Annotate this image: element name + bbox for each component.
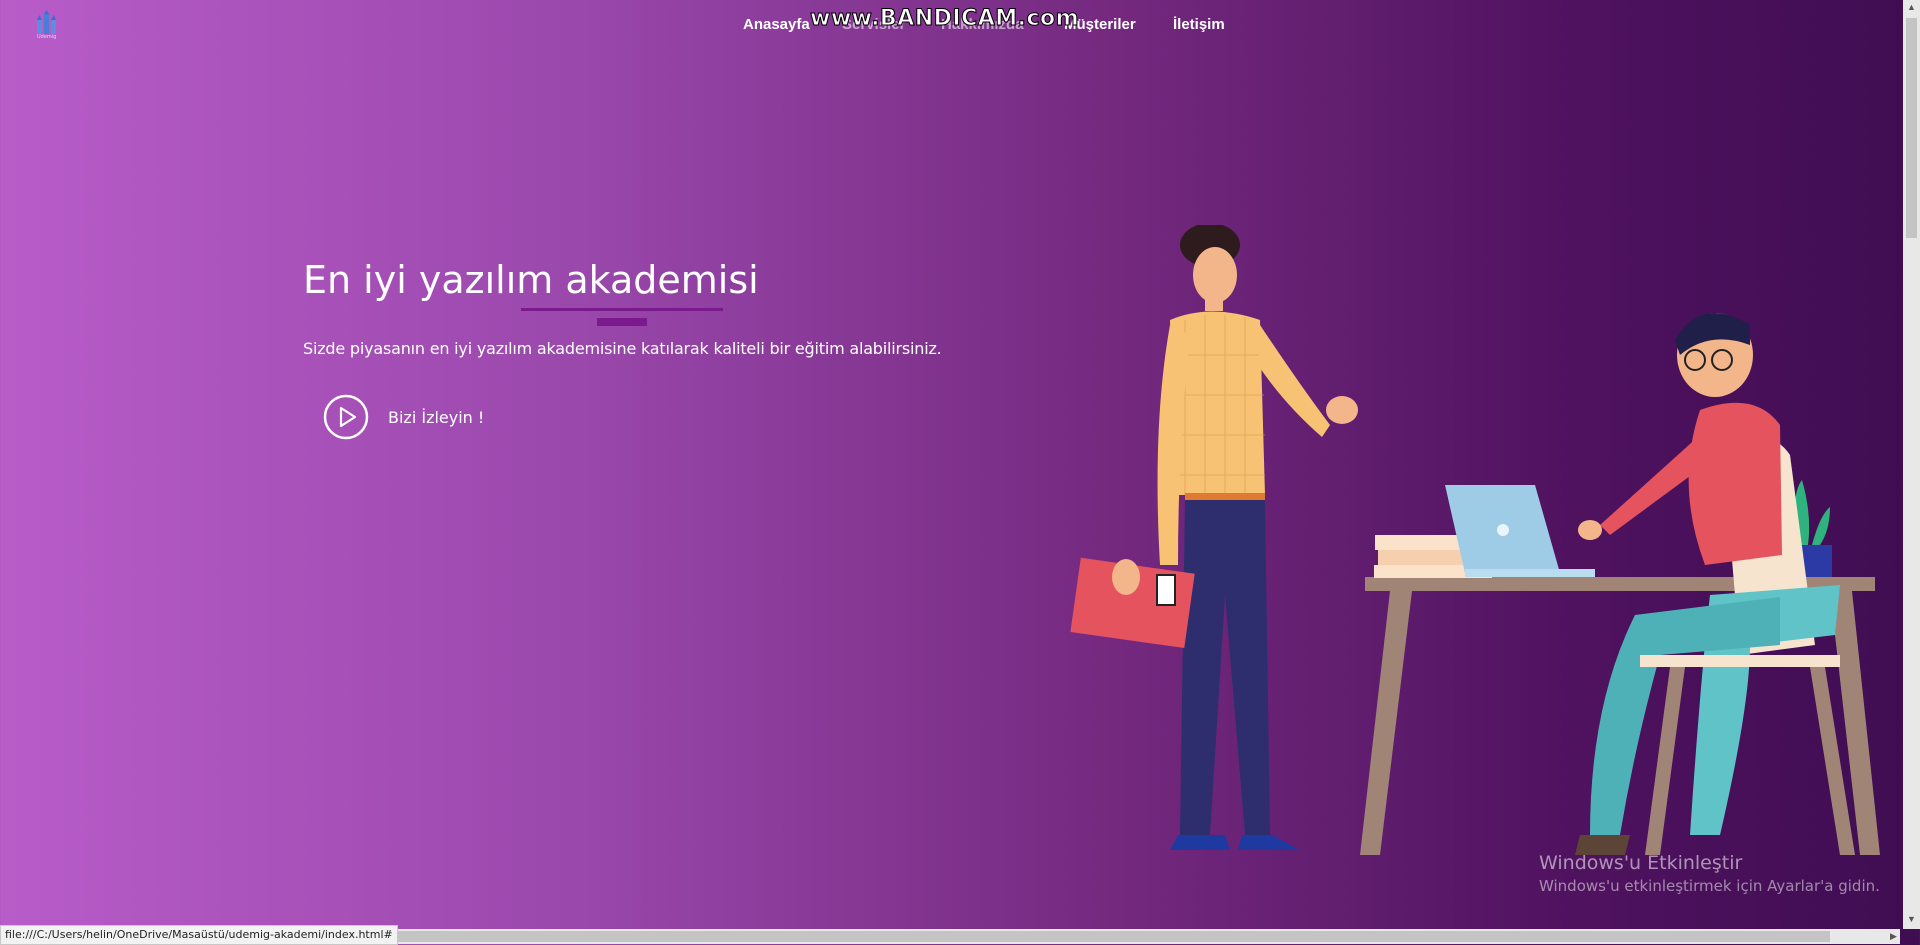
status-bar-url: file:///C:/Users/helin/OneDrive/Masaüstü… [0, 925, 398, 945]
windows-activation-title: Windows'u Etkinleştir [1539, 852, 1743, 874]
hero-title: En iyi yazılım akademisi [303, 258, 759, 302]
title-underline-accent [597, 318, 647, 326]
logo-text: Udemig [37, 34, 57, 40]
title-underline [521, 308, 723, 311]
horizontal-scrollbar-thumb[interactable] [380, 931, 1830, 942]
recording-watermark: www.BANDICAM.com [809, 6, 1080, 32]
play-icon[interactable] [322, 393, 370, 441]
hero-subtitle: Sizde piyasanın en iyi yazılım akademisi… [303, 339, 942, 358]
vertical-scrollbar-thumb[interactable] [1906, 18, 1917, 238]
nav-item-anasayfa[interactable]: Anasayfa [743, 16, 810, 33]
nav-item-iletisim[interactable]: İletişim [1173, 16, 1225, 33]
windows-activation-subtitle: Windows'u etkinleştirmek için Ayarlar'a … [1539, 877, 1880, 895]
hero-illustration [1070, 225, 1880, 855]
scroll-right-icon[interactable]: ▶ [1890, 931, 1897, 942]
standing-person-illustration [1070, 225, 1358, 850]
scroll-down-icon[interactable]: ▼ [1907, 914, 1916, 924]
watch-us-button[interactable]: Bizi İzleyin ! [388, 408, 484, 427]
scroll-up-icon[interactable]: ▲ [1907, 2, 1916, 12]
